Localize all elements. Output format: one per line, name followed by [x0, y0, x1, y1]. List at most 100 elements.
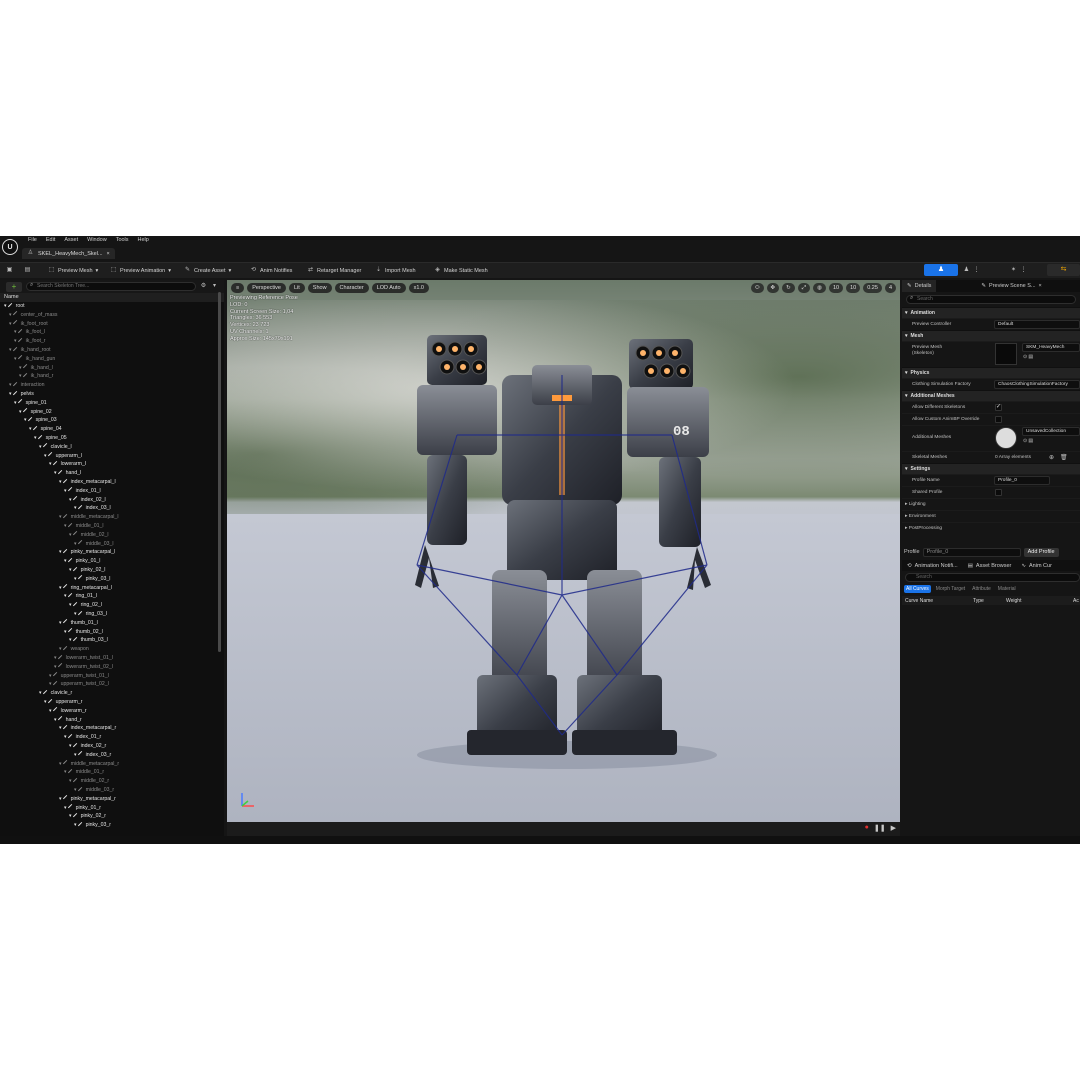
select-tool-icon[interactable]: ⬭: [750, 283, 764, 293]
menu-window[interactable]: Window: [87, 237, 107, 243]
expand-arrow-icon[interactable]: ▾: [19, 408, 22, 416]
bone-row[interactable]: ▾ upperarm_l: [44, 452, 82, 460]
bone-row[interactable]: ▾ ik_hand_root: [9, 346, 51, 354]
tab-anim-curves[interactable]: ∿ Anim Cur: [1016, 560, 1057, 571]
expand-arrow-icon[interactable]: ▾: [49, 460, 52, 468]
bone-row[interactable]: ▾ pinky_01_r: [64, 804, 101, 812]
bone-row[interactable]: ▾ pinky_metacarpal_l: [59, 548, 115, 556]
expand-arrow-icon[interactable]: ▾: [69, 601, 72, 609]
bone-row[interactable]: ▾ ring_03_l: [74, 610, 107, 618]
allow-custom-animbp-checkbox[interactable]: [995, 416, 1002, 423]
bone-row[interactable]: ▾ pinky_metacarpal_r: [59, 795, 116, 803]
bone-row[interactable]: ▾ index_03_r: [74, 751, 111, 759]
trash-icon[interactable]: 🗑: [1060, 454, 1068, 461]
expand-arrow-icon[interactable]: ▾: [9, 381, 12, 389]
more-options-icon[interactable]: ⋮: [973, 267, 980, 274]
bone-row[interactable]: ▾ clavicle_r: [39, 689, 72, 697]
section-postprocessing[interactable]: ▸ PostProcessing: [902, 522, 1080, 534]
section-animation[interactable]: ▾ Animation: [902, 307, 1080, 318]
bone-row[interactable]: ▾ thumb_03_l: [69, 636, 108, 644]
rotate-icon[interactable]: ↻: [782, 283, 795, 293]
add-element-icon[interactable]: ⊕: [1049, 454, 1054, 461]
expand-arrow-icon[interactable]: ▾: [34, 434, 37, 442]
bone-row[interactable]: ▾ ring_01_l: [64, 592, 97, 600]
pause-icon[interactable]: ❚❚: [874, 824, 886, 832]
expand-arrow-icon[interactable]: ▾: [54, 654, 57, 662]
curves-search-input[interactable]: Search: [905, 573, 1080, 582]
expand-arrow-icon[interactable]: ▾: [74, 540, 77, 548]
section-mesh[interactable]: ▾ Mesh: [902, 330, 1080, 341]
scale-snap-icon[interactable]: 0.25: [863, 283, 882, 293]
expand-arrow-icon[interactable]: ▾: [19, 372, 22, 380]
camera-speed-icon[interactable]: 4: [884, 283, 896, 293]
expand-arrow-icon[interactable]: ▾: [19, 364, 22, 372]
filter-all-curves[interactable]: All Curves: [904, 585, 931, 593]
show-button[interactable]: Show: [307, 283, 332, 293]
bone-row[interactable]: ▾ spine_05: [34, 434, 67, 442]
expand-arrow-icon[interactable]: ▾: [64, 592, 67, 600]
expand-arrow-icon[interactable]: ▾: [59, 513, 62, 521]
expand-arrow-icon[interactable]: ▾: [54, 469, 57, 477]
chevron-down-icon[interactable]: ▾: [211, 283, 218, 290]
save-icon[interactable]: ▣: [6, 267, 13, 274]
expand-arrow-icon[interactable]: ▾: [39, 689, 42, 697]
tree-scrollbar[interactable]: [218, 292, 221, 652]
expand-arrow-icon[interactable]: ▾: [24, 416, 27, 424]
bone-row[interactable]: ▾ lowerarm_twist_02_l: [54, 663, 113, 671]
bone-row[interactable]: ▾ hand_r: [54, 716, 82, 724]
expand-arrow-icon[interactable]: ▾: [14, 328, 17, 336]
angle-snap-icon[interactable]: 10: [846, 283, 861, 293]
expand-arrow-icon[interactable]: ▾: [9, 390, 12, 398]
bone-row[interactable]: ▾ ik_hand_gun: [14, 355, 55, 363]
gear-icon[interactable]: ⚙: [200, 283, 207, 290]
retarget-manager-button[interactable]: ⇄ Retarget Manager: [307, 267, 361, 274]
column-type[interactable]: Type: [973, 598, 984, 604]
unreal-logo-icon[interactable]: U: [2, 239, 18, 255]
viewport-menu-icon[interactable]: ≡: [231, 283, 245, 293]
expand-arrow-icon[interactable]: ▾: [64, 557, 67, 565]
profile-name-field[interactable]: Profile_0: [994, 476, 1050, 485]
bone-row[interactable]: ▾ middle_03_l: [74, 540, 114, 548]
expand-arrow-icon[interactable]: ▾: [14, 355, 17, 363]
close-icon[interactable]: ×: [1039, 283, 1042, 289]
bone-row[interactable]: ▾ middle_01_r: [64, 768, 104, 776]
bone-row[interactable]: ▾ upperarm_twist_01_l: [49, 672, 109, 680]
preview-animation-button[interactable]: ⬚ Preview Animation ▾: [110, 267, 171, 274]
expand-arrow-icon[interactable]: ▾: [69, 742, 72, 750]
additional-meshes-picker[interactable]: UnsavedCollection: [1022, 427, 1080, 436]
bone-row[interactable]: ▾ root: [4, 302, 25, 310]
bone-row[interactable]: ▾ spine_01: [14, 399, 47, 407]
bone-row[interactable]: ▾ thumb_02_l: [64, 628, 103, 636]
bone-row[interactable]: ▾ middle_02_r: [69, 777, 109, 785]
tab-details[interactable]: ✎ Details: [902, 280, 937, 292]
bone-row[interactable]: ▾ pinky_03_r: [74, 821, 111, 829]
bone-row[interactable]: ▾ thumb_01_l: [59, 619, 98, 627]
bone-row[interactable]: ▾ lowerarm_twist_01_l: [54, 654, 113, 662]
tab-preview-scene[interactable]: ✎ Preview Scene S... ×: [976, 280, 1046, 292]
expand-arrow-icon[interactable]: ▾: [59, 795, 62, 803]
expand-arrow-icon[interactable]: ▾: [74, 504, 77, 512]
bone-row[interactable]: ▾ middle_03_r: [74, 786, 114, 794]
section-environment[interactable]: ▸ Environment: [902, 510, 1080, 522]
section-lighting[interactable]: ▸ Lighting: [902, 498, 1080, 510]
bone-row[interactable]: ▾ spine_04: [29, 425, 62, 433]
expand-arrow-icon[interactable]: ▾: [59, 645, 62, 653]
bone-row[interactable]: ▾ upperarm_r: [44, 698, 82, 706]
animation-mode-button[interactable]: ⇆: [1047, 264, 1080, 276]
import-mesh-button[interactable]: ⇣ Import Mesh: [375, 267, 416, 274]
column-weight[interactable]: Weight: [1006, 598, 1021, 604]
skeleton-search-input[interactable]: Search Skeleton Tree...: [26, 282, 196, 291]
grid-snap-icon[interactable]: 10: [828, 283, 844, 293]
expand-arrow-icon[interactable]: ▾: [49, 672, 52, 680]
expand-arrow-icon[interactable]: ▾: [69, 812, 72, 820]
bone-row[interactable]: ▾ lowerarm_r: [49, 707, 87, 715]
menu-edit[interactable]: Edit: [46, 237, 55, 243]
bone-row[interactable]: ▾ index_03_l: [74, 504, 111, 512]
shared-profile-checkbox[interactable]: [995, 489, 1002, 496]
expand-arrow-icon[interactable]: ▾: [54, 663, 57, 671]
tab-asset-browser[interactable]: ▤ Asset Browser: [963, 560, 1017, 571]
tab-animation-notifies[interactable]: ⟲ Animation Notifi...: [902, 560, 963, 571]
expand-arrow-icon[interactable]: ▾: [74, 610, 77, 618]
column-curve-name[interactable]: Curve Name: [905, 598, 933, 604]
expand-arrow-icon[interactable]: ▾: [9, 311, 12, 319]
